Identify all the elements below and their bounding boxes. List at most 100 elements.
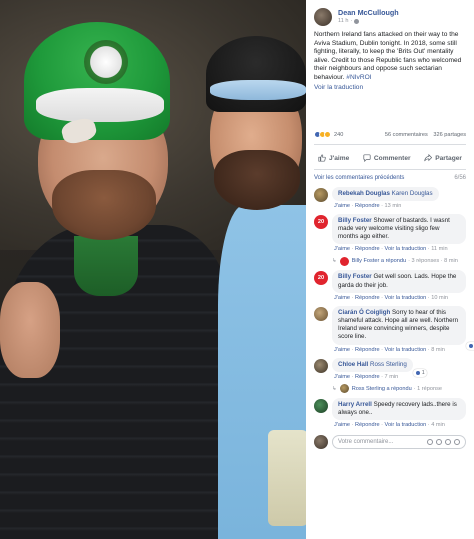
comment-item: Harry Arrell Speedy recovery lads..there…	[314, 397, 466, 429]
replies-label: Ross Sterling a répondu	[351, 385, 412, 392]
reply-avatar	[339, 256, 349, 266]
commenter-name[interactable]: Ciarán Ó Coigligh	[338, 309, 390, 316]
comment-item: Rebekah Douglas Karen Douglas J'aime · R…	[314, 186, 466, 210]
comment-reactions[interactable]: 1	[412, 368, 427, 377]
comment-like-link[interactable]: J'aime	[334, 295, 350, 301]
sticker-icon[interactable]	[454, 439, 460, 446]
comment-actions: J'aime · Répondre · 7 min	[334, 373, 399, 380]
photo-hat-badge	[84, 40, 128, 84]
comment-time[interactable]: 10 min	[431, 295, 448, 301]
speech-bubble-icon	[363, 154, 371, 163]
tagged-user[interactable]: Ross Sterling	[370, 361, 407, 368]
comment-like-link[interactable]: J'aime	[334, 347, 350, 353]
comment-item: 20 Billy Foster Get well soon. Lads. Hop…	[314, 270, 466, 301]
sad-reaction-icon	[324, 131, 331, 139]
replies-meta: · 3 réponses · 8 min	[408, 258, 458, 265]
comment-label: Commenter	[373, 154, 411, 162]
tagged-user[interactable]: Karen Douglas	[392, 190, 433, 197]
view-previous-comments[interactable]: Voir les commentaires précédents	[314, 175, 404, 181]
comment-composer: Votre commentaire...	[314, 435, 466, 450]
comment-count[interactable]: 56 commentaires	[385, 132, 428, 138]
comment-reactions[interactable]: 2	[466, 341, 474, 350]
commenter-avatar[interactable]	[314, 358, 328, 373]
photo-green-collar	[74, 236, 138, 296]
comments-header: Voir les commentaires précédents 6/56	[314, 173, 466, 183]
comment-button[interactable]: Commenter	[363, 154, 411, 163]
commenter-avatar[interactable]	[314, 306, 328, 321]
like-button[interactable]: J'aime	[318, 154, 349, 162]
photo-black-hat	[206, 36, 306, 112]
commenter-name[interactable]: Rebekah Douglas	[338, 190, 390, 197]
comment-time[interactable]: 11 min	[431, 246, 447, 252]
emoji-icon[interactable]	[427, 439, 433, 446]
commenter-name[interactable]: Billy Foster	[338, 217, 372, 224]
divider	[314, 168, 466, 170]
commenter-avatar[interactable]	[314, 398, 328, 413]
replies-label: Billy Foster a répondu	[351, 258, 407, 265]
reaction-count: 240	[334, 131, 344, 138]
comment-translate-link[interactable]: Voir la traduction	[385, 295, 427, 301]
post-stats: 240 56 commentaires 326 partages	[314, 130, 466, 140]
stats-counts: 56 commentaires 326 partages	[381, 132, 466, 138]
comment-reply-link[interactable]: Répondre	[355, 246, 380, 252]
comment-reply-link[interactable]: Répondre	[355, 347, 380, 353]
reply-avatar	[339, 384, 349, 394]
commenter-name[interactable]: Billy Foster	[338, 273, 372, 280]
post-translate-link[interactable]: Voir la traduction	[314, 83, 466, 92]
comment-time[interactable]: 13 min	[385, 203, 402, 209]
post-photo[interactable]	[0, 0, 306, 539]
comment-reply-link[interactable]: Répondre	[355, 203, 380, 209]
commenter-avatar[interactable]: 20	[314, 214, 328, 229]
comment-time[interactable]: 8 min	[431, 347, 445, 353]
like-reaction-icon	[414, 369, 421, 376]
comment-like-link[interactable]: J'aime	[334, 374, 350, 380]
comment-bubble: Chloe Hall Ross Sterling 1	[332, 357, 427, 377]
commenter-name[interactable]: Harry Arrell	[338, 401, 372, 408]
post-time[interactable]: 11 h	[338, 17, 348, 25]
camera-icon[interactable]	[436, 439, 442, 446]
comment-item: Ciarán Ó Coigligh Sorry to hear of this …	[314, 305, 474, 354]
comment-item: Chloe Hall Ross Sterling 1 J'aime · Répo…	[314, 357, 466, 394]
share-count[interactable]: 326 partages	[433, 132, 466, 138]
comment-input[interactable]: Votre commentaire...	[332, 435, 466, 450]
post-panel: Dean McCullough 11 h · Northern Ireland …	[306, 0, 474, 539]
comment-like-link[interactable]: J'aime	[334, 246, 350, 252]
comment-like-link[interactable]: J'aime	[334, 203, 350, 209]
replies-summary[interactable]: ↳ Billy Foster a répondu · 3 réponses · …	[332, 256, 466, 266]
like-label: J'aime	[329, 154, 350, 162]
commenter-avatar[interactable]: 20	[314, 271, 328, 286]
photo-arm	[0, 282, 60, 378]
author-name[interactable]: Dean McCullough	[338, 8, 399, 17]
comment-actions: J'aime · Répondre · Voir la traduction ·…	[334, 246, 448, 253]
viewer-avatar	[314, 435, 328, 450]
share-button[interactable]: Partager	[424, 154, 462, 162]
author-avatar[interactable]	[314, 8, 332, 26]
comment-time[interactable]: 4 min	[431, 422, 445, 428]
comment-actions: J'aime · Répondre · Voir la traduction ·…	[334, 294, 448, 301]
commenter-avatar[interactable]	[314, 187, 328, 202]
comment-reply-link[interactable]: Répondre	[355, 422, 380, 428]
reactions-summary[interactable]: 240	[314, 131, 344, 139]
post-meta: 11 h ·	[338, 17, 399, 25]
comment-reply-link[interactable]: Répondre	[355, 295, 380, 301]
share-label: Partager	[435, 154, 462, 162]
divider	[314, 143, 466, 145]
comment-actions: J'aime · Répondre · 13 min	[334, 202, 402, 209]
commenter-name[interactable]: Chloe Hall	[338, 361, 368, 368]
gif-icon[interactable]	[445, 439, 451, 446]
post-text: Northern Ireland fans attacked on their …	[314, 31, 466, 83]
comment-time[interactable]: 7 min	[385, 374, 399, 380]
comment-bubble: Harry Arrell Speedy recovery lads..there…	[332, 397, 466, 421]
photo-right-beard	[214, 150, 300, 210]
comment-reply-link[interactable]: Répondre	[355, 374, 380, 380]
comment-bubble: Billy Foster Get well soon. Lads. Hope t…	[332, 270, 466, 293]
comment-like-link[interactable]: J'aime	[334, 422, 350, 428]
replies-summary[interactable]: ↳ Ross Sterling a répondu · 1 réponse	[332, 384, 466, 394]
comment-translate-link[interactable]: Voir la traduction	[385, 246, 427, 252]
post-hashtag[interactable]: #NIvROI	[346, 74, 371, 81]
comment-translate-link[interactable]: Voir la traduction	[385, 422, 427, 428]
comment-translate-link[interactable]: Voir la traduction	[385, 347, 427, 353]
photo-plastic-cup	[268, 430, 306, 526]
comments-pagination: 6/56	[454, 174, 466, 181]
comment-bubble: Rebekah Douglas Karen Douglas	[332, 186, 439, 201]
